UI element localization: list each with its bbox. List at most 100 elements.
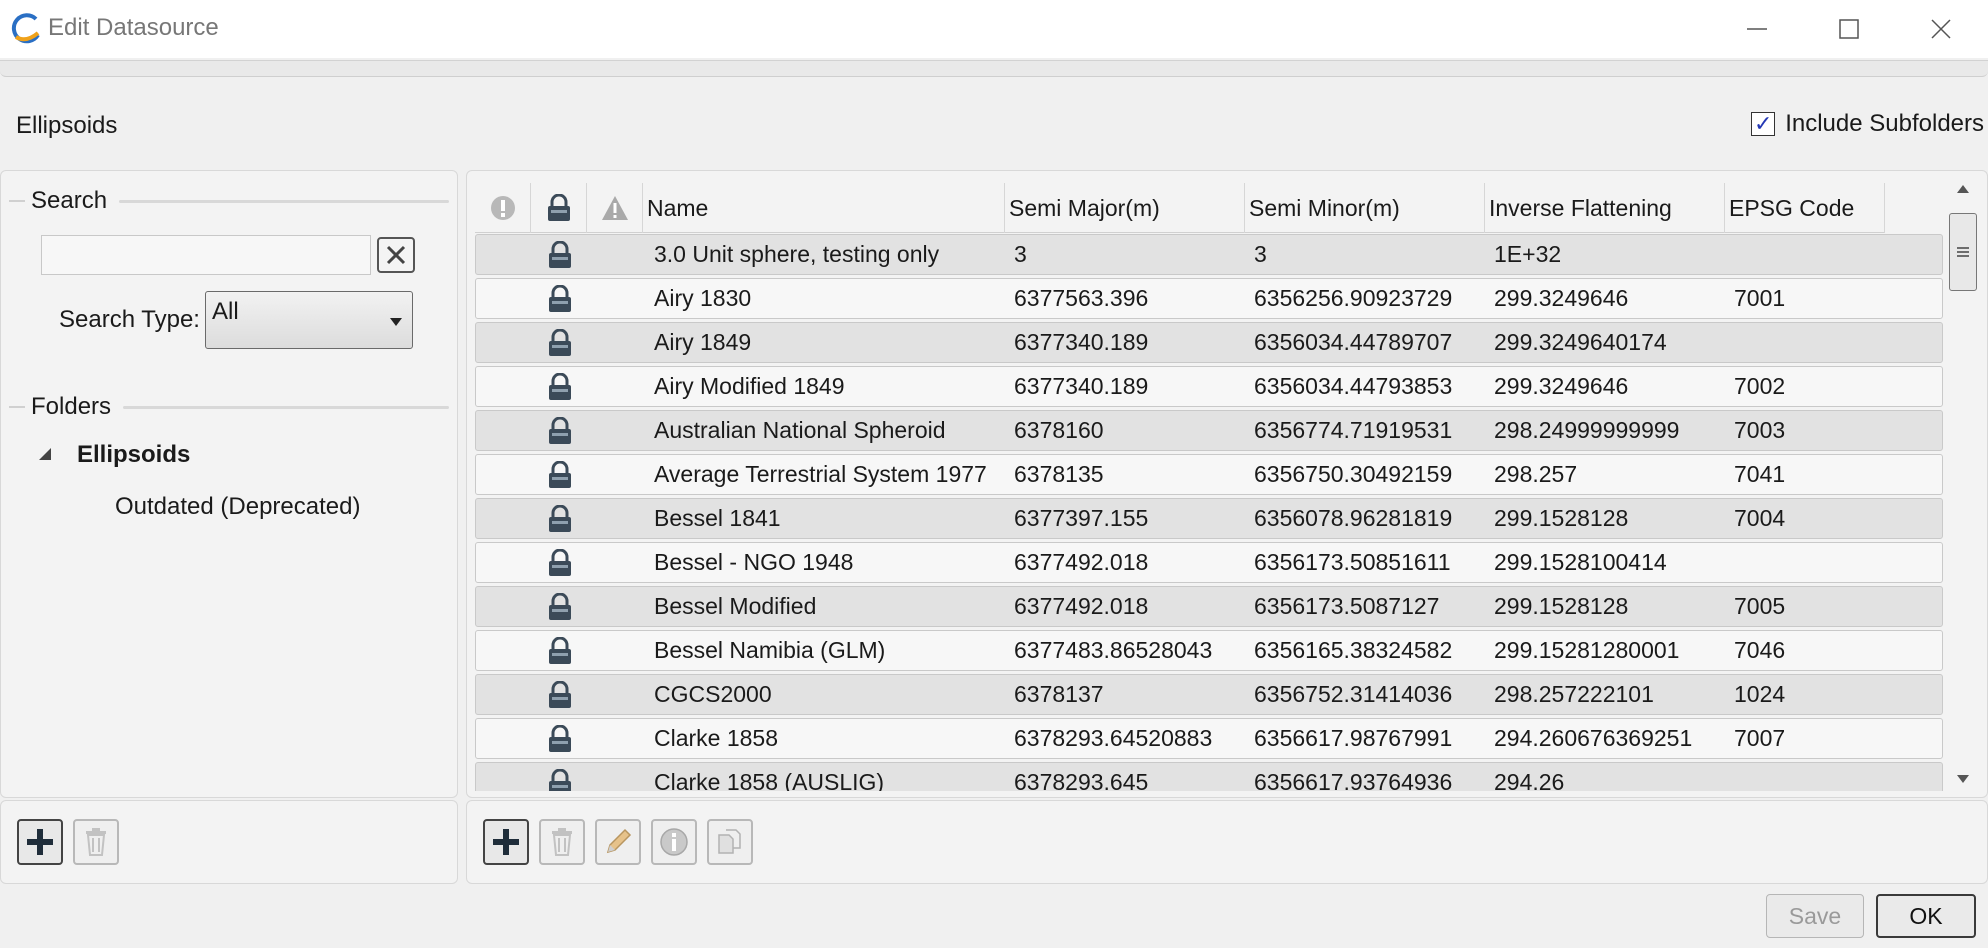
search-input[interactable] xyxy=(41,235,371,275)
table-row[interactable]: Australian National Spheroid 6378160 63567… xyxy=(475,410,1943,451)
table-header: Name Semi Major(m) Semi Minor(m) Inverse… xyxy=(475,183,1885,233)
lock-icon xyxy=(549,372,571,400)
row-warning-cell xyxy=(588,323,644,362)
table-row[interactable]: Average Terrestrial System 1977 6378135 63… xyxy=(475,454,1943,495)
row-semi-major-cell: 6377563.396 xyxy=(1014,285,1149,311)
ok-button[interactable]: OK xyxy=(1876,894,1976,938)
column-header-warning[interactable] xyxy=(587,183,643,233)
app-logo-icon xyxy=(11,13,40,44)
row-status-cell xyxy=(476,367,532,406)
maximize-icon xyxy=(1839,19,1859,39)
row-epsg-cell: 7005 xyxy=(1734,593,1786,619)
maximize-button[interactable] xyxy=(1803,0,1895,58)
table-row[interactable]: 3.0 Unit sphere, testing only 3 3 1E+32 xyxy=(475,234,1943,275)
row-inverse-flattening-cell: 299.3249646 xyxy=(1494,285,1629,311)
row-inverse-flattening-cell: 294.260676369251 xyxy=(1494,725,1693,751)
add-ellipsoid-button[interactable] xyxy=(483,819,529,865)
table-row[interactable]: Airy 1849 6377340.189 6356034.44789707 299.… xyxy=(475,322,1943,363)
row-inverse-flattening-cell: 298.24999999999 xyxy=(1494,417,1680,443)
edit-ellipsoid-button[interactable] xyxy=(595,819,641,865)
column-header-epsg-code[interactable]: EPSG Code xyxy=(1725,183,1885,233)
window-title: Edit Datasource xyxy=(48,14,219,41)
lock-icon xyxy=(547,194,570,221)
row-warning-cell xyxy=(588,675,644,714)
lock-icon xyxy=(549,592,571,620)
search-type-value: All xyxy=(212,298,239,325)
row-epsg-cell: 7041 xyxy=(1734,461,1786,487)
checkmark-icon: ✓ xyxy=(1753,111,1773,136)
column-header-inverse-flattening[interactable]: Inverse Flattening xyxy=(1485,183,1725,233)
row-semi-minor-cell: 6356034.44789707 xyxy=(1254,329,1453,355)
minimize-button[interactable] xyxy=(1711,0,1803,58)
close-button[interactable] xyxy=(1895,0,1987,58)
title-bar: Edit Datasource xyxy=(0,0,1988,58)
column-header-name[interactable]: Name xyxy=(643,183,1005,233)
table-row[interactable]: CGCS2000 6378137 6356752.31414036 298.25722… xyxy=(475,674,1943,715)
row-semi-major-cell: 6377492.018 xyxy=(1014,593,1149,619)
column-header-lock[interactable] xyxy=(531,183,587,233)
divider xyxy=(9,200,25,202)
column-header-semi-minor[interactable]: Semi Minor(m) xyxy=(1245,183,1485,233)
table-row[interactable]: Clarke 1858 (AUSLIG) 6378293.645 6356617.9… xyxy=(475,762,1943,791)
table-row[interactable]: Bessel Namibia (GLM) 6377483.86528043 6356… xyxy=(475,630,1943,671)
delete-ellipsoid-button[interactable] xyxy=(539,819,585,865)
row-lock-cell xyxy=(532,455,588,494)
row-name-cell: Clarke 1858 xyxy=(654,725,779,751)
row-semi-major-cell: 6378293.64520883 xyxy=(1014,725,1213,751)
left-panel: Search Search Type: All Folders Ellipsoi… xyxy=(0,170,458,798)
save-button[interactable]: Save xyxy=(1766,894,1864,938)
row-lock-cell xyxy=(532,235,588,274)
table-row[interactable]: Bessel - NGO 1948 6377492.018 6356173.5085… xyxy=(475,542,1943,583)
scroll-thumb[interactable] xyxy=(1949,213,1977,291)
table-row[interactable]: Clarke 1858 6378293.64520883 6356617.98767… xyxy=(475,718,1943,759)
delete-icon xyxy=(552,828,572,856)
ellipsoid-table: Name Semi Major(m) Semi Minor(m) Inverse… xyxy=(475,183,1951,791)
divider xyxy=(9,406,25,408)
row-status-cell xyxy=(476,631,532,670)
row-warning-cell xyxy=(588,499,644,538)
divider xyxy=(119,199,449,203)
copy-ellipsoid-button[interactable] xyxy=(707,819,753,865)
row-semi-minor-cell: 6356173.50851611 xyxy=(1254,549,1451,575)
include-subfolders-checkbox[interactable]: ✓ xyxy=(1751,111,1776,136)
info-icon xyxy=(660,828,688,856)
column-header-semi-major[interactable]: Semi Major(m) xyxy=(1005,183,1245,233)
close-icon xyxy=(1931,19,1951,39)
clear-search-button[interactable] xyxy=(377,237,415,273)
table-row[interactable]: Bessel Modified 6377492.018 6356173.508712… xyxy=(475,586,1943,627)
table-row[interactable]: Airy 1830 6377563.396 6356256.90923729 299.… xyxy=(475,278,1943,319)
row-epsg-cell: 7001 xyxy=(1734,285,1786,311)
row-warning-cell xyxy=(588,763,644,791)
row-warning-cell xyxy=(588,455,644,494)
folders-group-label: Folders xyxy=(31,393,112,420)
row-inverse-flattening-cell: 1E+32 xyxy=(1494,241,1562,267)
row-name-cell: Airy Modified 1849 xyxy=(654,373,845,399)
row-inverse-flattening-cell: 299.1528100414 xyxy=(1494,549,1667,575)
tree-item-ellipsoids[interactable]: Ellipsoids xyxy=(77,441,190,469)
row-inverse-flattening-cell: 298.257 xyxy=(1494,461,1578,487)
row-epsg-cell: 7004 xyxy=(1734,505,1786,531)
table-row[interactable]: Airy Modified 1849 6377340.189 6356034.447… xyxy=(475,366,1943,407)
include-subfolders-toggle[interactable]: ✓ Include Subfolders xyxy=(1751,110,1984,138)
clear-icon xyxy=(386,245,406,265)
add-folder-button[interactable] xyxy=(17,819,63,865)
lock-icon xyxy=(549,416,571,444)
info-ellipsoid-button[interactable] xyxy=(651,819,697,865)
row-semi-minor-cell: 6356617.93764936 xyxy=(1254,769,1453,791)
row-semi-minor-cell: 3 xyxy=(1254,241,1267,267)
table-row[interactable]: Bessel 1841 6377397.155 6356078.96281819 29… xyxy=(475,498,1943,539)
tree-item-outdated[interactable]: Outdated (Deprecated) xyxy=(115,493,360,521)
lock-icon xyxy=(549,328,571,356)
scroll-down-icon[interactable] xyxy=(1957,775,1969,783)
row-inverse-flattening-cell: 299.1528128 xyxy=(1494,593,1629,619)
row-epsg-cell: 7002 xyxy=(1734,373,1786,399)
column-header-status[interactable] xyxy=(475,183,531,233)
tree-expand-icon[interactable] xyxy=(39,448,51,460)
delete-folder-button[interactable] xyxy=(73,819,119,865)
row-inverse-flattening-cell: 294.26 xyxy=(1494,769,1565,791)
lock-icon xyxy=(549,636,571,664)
row-warning-cell xyxy=(588,587,644,626)
table-scrollbar[interactable] xyxy=(1945,179,1981,793)
scroll-up-icon[interactable] xyxy=(1957,185,1969,193)
search-type-select[interactable]: All xyxy=(205,291,413,349)
